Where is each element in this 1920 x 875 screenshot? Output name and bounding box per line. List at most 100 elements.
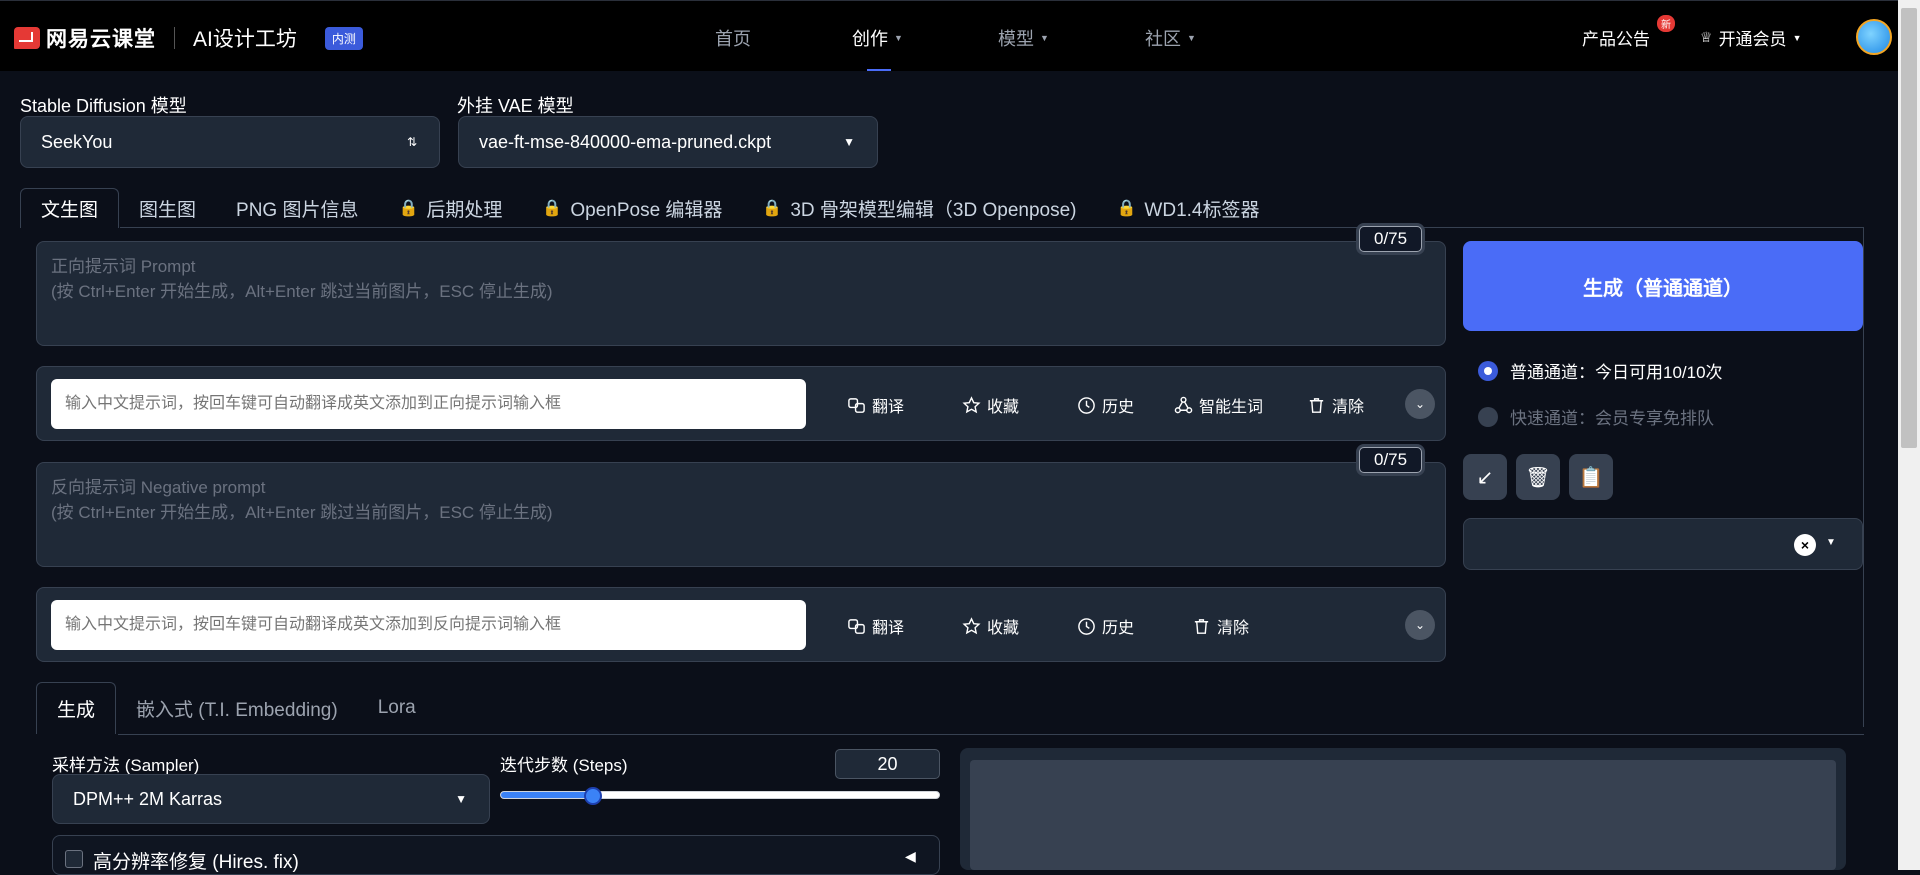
negative-token-counter: 0/75 xyxy=(1359,447,1423,473)
tab-png-info[interactable]: PNG 图片信息 xyxy=(216,188,378,228)
tab-wd-tagger[interactable]: 🔒 WD1.4标签器 xyxy=(1097,188,1280,228)
chevron-down-icon: ▼ xyxy=(894,33,903,43)
negative-translate-input[interactable] xyxy=(51,600,806,650)
prompt-placeholder: 正向提示词 Prompt xyxy=(51,257,196,276)
hires-fix-panel[interactable]: 高分辨率修复 (Hires. fix) ◀ xyxy=(52,835,940,875)
smart-words-button[interactable]: 智能生词 xyxy=(1174,393,1263,417)
trash-icon: 🗑 xyxy=(1525,466,1551,489)
nav-community[interactable]: 社区 ▼ xyxy=(1145,25,1196,51)
chevron-down-icon: ▼ xyxy=(1826,537,1836,548)
expand-chevron-icon[interactable]: ⌄ xyxy=(1405,389,1435,419)
tab-3d-openpose[interactable]: 🔒 3D 骨架模型编辑（3D Openpose) xyxy=(742,188,1096,228)
generate-button[interactable]: 生成（普通通道） xyxy=(1463,241,1863,331)
steps-label: 迭代步数 (Steps) xyxy=(500,756,628,775)
normal-channel-label: 普通通道：今日可用10/10次 xyxy=(1510,363,1723,382)
brand-divider xyxy=(174,27,175,49)
nav-home-label: 首页 xyxy=(715,29,751,49)
translate-icon xyxy=(848,397,865,413)
crown-icon: ♕ xyxy=(1700,29,1713,45)
sampler-select[interactable]: DPM++ 2M Karras ▼ xyxy=(52,774,490,824)
active-nav-indicator xyxy=(867,69,891,71)
history-label: 历史 xyxy=(1102,399,1135,416)
product-name: AI设计工坊 xyxy=(193,28,297,51)
star-icon xyxy=(962,616,981,634)
nav-create[interactable]: 创作 ▼ xyxy=(852,25,903,51)
tab-embedding[interactable]: 嵌入式 (T.I. Embedding) xyxy=(116,682,358,734)
brand-name: 网易云课堂 xyxy=(46,28,156,51)
expand-chevron-icon[interactable]: ⌄ xyxy=(1405,610,1435,640)
prompt-hint: (按 Ctrl+Enter 开始生成，Alt+Enter 跳过当前图片，ESC … xyxy=(51,282,553,301)
tab-img2img[interactable]: 图生图 xyxy=(119,188,216,228)
steps-input[interactable]: 20 xyxy=(835,749,940,779)
steps-slider-handle[interactable] xyxy=(583,787,602,805)
clear-prompt-button[interactable]: 🗑 xyxy=(1516,454,1560,500)
translate-button[interactable]: 翻译 xyxy=(847,614,904,638)
beta-badge: 内测 xyxy=(324,26,363,50)
tab-label: WD1.4标签器 xyxy=(1144,199,1260,221)
favorite-button[interactable]: 收藏 xyxy=(962,393,1019,417)
settings-tabs: 生成 嵌入式 (T.I. Embedding) Lora xyxy=(36,682,436,734)
tab-txt2img[interactable]: 文生图 xyxy=(20,188,120,228)
tab-label: 3D 骨架模型编辑（3D Openpose) xyxy=(790,199,1077,221)
prompt-translate-input[interactable] xyxy=(51,379,806,429)
output-image-area xyxy=(970,760,1836,870)
history-button[interactable]: 历史 xyxy=(1077,614,1134,638)
top-navigation-bar: 网易云课堂 AI设计工坊 内测 首页 创作 ▼ 模型 ▼ 社区 ▼ 产品公告 新 ♕ … xyxy=(0,0,1898,71)
clear-label: 清除 xyxy=(1332,399,1365,416)
tab-extras[interactable]: 🔒 后期处理 xyxy=(378,188,522,228)
lock-icon: 🔒 xyxy=(398,200,419,217)
tab-label: 生成 xyxy=(57,700,96,721)
negative-placeholder: 反向提示词 Negative prompt xyxy=(51,478,266,497)
read-params-button[interactable]: ↙ xyxy=(1463,454,1507,500)
history-button[interactable]: 历史 xyxy=(1077,393,1134,417)
chevron-down-icon: ▼ xyxy=(1040,33,1049,43)
smart-words-label: 智能生词 xyxy=(1199,399,1264,416)
favorite-label: 收藏 xyxy=(987,620,1020,637)
clock-icon xyxy=(1078,617,1095,635)
fast-channel-radio[interactable]: 快速通道：会员专享免排队 xyxy=(1478,404,1714,429)
clear-label: 清除 xyxy=(1217,620,1250,637)
nav-home[interactable]: 首页 xyxy=(715,25,751,51)
clipboard-button[interactable]: 📋 xyxy=(1569,454,1613,500)
lock-icon: 🔒 xyxy=(762,200,783,217)
scrollbar-thumb[interactable] xyxy=(1901,8,1917,448)
clear-button[interactable]: 清除 xyxy=(1307,393,1364,417)
settings-tabs-border xyxy=(118,734,1864,735)
sampler-value: DPM++ 2M Karras xyxy=(73,788,223,809)
prompt-token-counter: 0/75 xyxy=(1359,226,1423,252)
favorite-button[interactable]: 收藏 xyxy=(962,614,1019,638)
prompt-textarea[interactable]: 正向提示词 Prompt (按 Ctrl+Enter 开始生成，Alt+Ente… xyxy=(36,241,1446,346)
tab-generate[interactable]: 生成 xyxy=(36,682,117,734)
chevron-down-icon: ▼ xyxy=(455,792,467,806)
tab-lora[interactable]: Lora xyxy=(358,682,436,734)
negative-toolbar: 翻译 收藏 历史 清除 ⌄ xyxy=(36,587,1446,662)
new-badge: 新 xyxy=(1657,15,1675,32)
normal-channel-radio[interactable]: 普通通道：今日可用10/10次 xyxy=(1478,358,1723,383)
lock-icon: 🔒 xyxy=(542,200,563,217)
hires-fix-checkbox[interactable] xyxy=(65,850,83,868)
brand-logo[interactable]: 网易云课堂 AI设计工坊 内测 xyxy=(14,23,363,53)
tab-openpose[interactable]: 🔒 OpenPose 编辑器 xyxy=(522,188,742,228)
announcement-link[interactable]: 产品公告 xyxy=(1582,25,1650,50)
clear-selection-icon[interactable]: × xyxy=(1794,534,1816,556)
logo-icon xyxy=(14,27,40,49)
collapse-triangle-icon[interactable]: ◀ xyxy=(905,848,916,865)
nav-models[interactable]: 模型 ▼ xyxy=(998,25,1049,51)
arrow-down-left-icon: ↙ xyxy=(1476,466,1494,489)
tab-label: OpenPose 编辑器 xyxy=(570,199,723,221)
steps-slider[interactable] xyxy=(500,787,940,805)
style-select[interactable]: × ▼ xyxy=(1463,518,1863,570)
translate-label: 翻译 xyxy=(872,620,905,637)
negative-prompt-textarea[interactable]: 反向提示词 Negative prompt (按 Ctrl+Enter 开始生成… xyxy=(36,462,1446,567)
tab-label: 后期处理 xyxy=(426,199,503,221)
clear-button[interactable]: 清除 xyxy=(1192,614,1249,638)
user-avatar[interactable] xyxy=(1856,19,1892,55)
model-select[interactable]: SeekYou ⇅ xyxy=(20,116,440,168)
vae-select[interactable]: vae-ft-mse-840000-ema-pruned.ckpt ▼ xyxy=(458,116,878,168)
translate-button[interactable]: 翻译 xyxy=(847,393,904,417)
tab-label: PNG 图片信息 xyxy=(236,199,359,221)
vip-menu[interactable]: ♕ 开通会员 ▼ xyxy=(1700,25,1801,50)
network-icon xyxy=(1174,396,1193,413)
chevron-down-icon: ▼ xyxy=(1187,33,1196,43)
history-label: 历史 xyxy=(1102,620,1135,637)
